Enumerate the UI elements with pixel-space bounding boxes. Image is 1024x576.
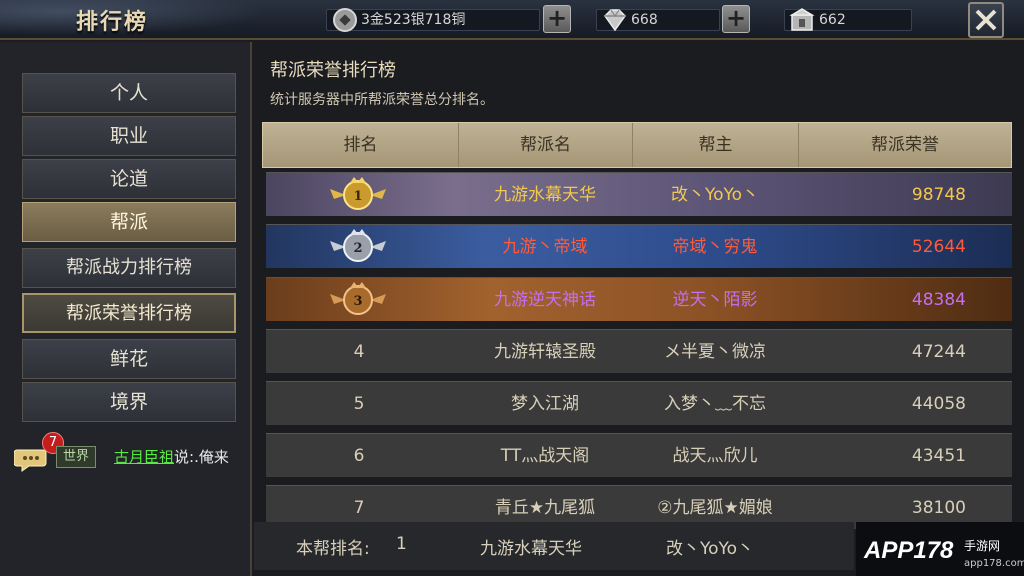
coin-icon bbox=[331, 6, 359, 34]
header-decoration bbox=[0, 0, 300, 40]
chat-message: 古月臣祖说:.俺来 bbox=[114, 446, 229, 467]
guild-honor: 48384 bbox=[911, 290, 966, 310]
guild-name: 九游轩辕圣殿 bbox=[494, 342, 596, 362]
chat-channel-tag: 世界 bbox=[56, 446, 97, 468]
add-coin-button[interactable]: + bbox=[543, 5, 571, 33]
guild-name: 梦入江湖 bbox=[511, 394, 579, 414]
silver-medal-icon: 2 bbox=[330, 229, 386, 262]
sidebar-item-flowers[interactable]: 鲜花 bbox=[22, 339, 236, 379]
table-row[interactable]: 6 TT灬战天阁 战天灬欣儿 43451 bbox=[266, 433, 1012, 477]
guild-leader: 入梦丶﹏不忘 bbox=[664, 394, 766, 414]
voucher-icon bbox=[789, 6, 817, 34]
column-guild: 帮派名 bbox=[459, 123, 633, 167]
voucher-display: 662 bbox=[784, 6, 912, 34]
table-header: 排名 帮派名 帮主 帮派荣誉 bbox=[262, 122, 1012, 168]
guild-leader: 改丶YoYo丶 bbox=[670, 185, 760, 205]
coin-value: 3金523银718铜 bbox=[361, 12, 466, 28]
guild-name: 九游丶帝域 bbox=[502, 237, 588, 257]
diamond-icon bbox=[601, 6, 629, 34]
my-guild-leader: 改丶YoYo丶 bbox=[666, 539, 755, 559]
voucher-value: 662 bbox=[819, 12, 846, 28]
page-title: 排行榜 bbox=[76, 10, 149, 35]
my-guild-rank-bar: 本帮排名: 1 九游水幕天华 改丶YoYo丶 bbox=[254, 522, 854, 570]
medal-rank: 3 bbox=[353, 294, 362, 309]
sidebar-item-personal[interactable]: 个人 bbox=[22, 73, 236, 113]
table-row[interactable]: 4 九游轩辕圣殿 メ半夏丶微凉 47244 bbox=[266, 329, 1012, 373]
svg-text:app178.com: app178.com bbox=[964, 558, 1024, 569]
sidebar-item-guild-power-ranking[interactable]: 帮派战力排行榜 bbox=[22, 248, 236, 288]
top-bar: 排行榜 3金523银718铜 + 668 + 662 bbox=[0, 0, 1024, 40]
medal-rank: 2 bbox=[353, 241, 362, 256]
table-row[interactable]: 1 九游水幕天华 改丶YoYo丶 98748 bbox=[266, 172, 1012, 216]
close-icon bbox=[975, 9, 997, 31]
rank-number: 6 bbox=[353, 446, 365, 466]
column-honor: 帮派荣誉 bbox=[871, 135, 939, 155]
diamond-display: 668 bbox=[596, 6, 720, 34]
chat-sender[interactable]: 古月臣祖 bbox=[114, 448, 174, 466]
close-button[interactable] bbox=[968, 2, 1004, 38]
column-leader: 帮主 bbox=[633, 123, 799, 167]
guild-leader: メ半夏丶微凉 bbox=[664, 342, 766, 362]
sidebar-item-class[interactable]: 职业 bbox=[22, 116, 236, 156]
diamond-value: 668 bbox=[631, 12, 658, 28]
guild-honor: 44058 bbox=[911, 394, 966, 414]
my-guild-name: 九游水幕天华 bbox=[480, 539, 582, 559]
section-title: 帮派荣誉排行榜 bbox=[270, 60, 396, 81]
svg-text:APP178: APP178 bbox=[863, 537, 954, 564]
chat-content: 说:.俺来 bbox=[174, 448, 229, 466]
guild-name: 九游水幕天华 bbox=[494, 185, 596, 205]
column-rank: 排名 bbox=[263, 123, 459, 167]
chat-bubble-icon bbox=[14, 449, 47, 472]
guild-name: 九游逆天神话 bbox=[494, 290, 596, 310]
add-diamond-button[interactable]: + bbox=[722, 5, 750, 33]
table-row[interactable]: 5 梦入江湖 入梦丶﹏不忘 44058 bbox=[266, 381, 1012, 425]
my-rank-label: 本帮排名: bbox=[296, 539, 370, 559]
guild-leader: 帝域丶穷鬼 bbox=[672, 237, 758, 257]
sidebar-item-debate[interactable]: 论道 bbox=[22, 159, 236, 199]
my-rank-value: 1 bbox=[396, 534, 407, 554]
medal-rank: 1 bbox=[353, 189, 362, 204]
bronze-medal-icon: 3 bbox=[330, 282, 386, 315]
table-row[interactable]: 2 九游丶帝域 帝域丶穷鬼 52644 bbox=[266, 224, 1012, 268]
sidebar-item-guild[interactable]: 帮派 bbox=[22, 202, 236, 242]
svg-text:手游网: 手游网 bbox=[964, 539, 1000, 553]
guild-honor: 47244 bbox=[911, 342, 966, 362]
sidebar-item-realm[interactable]: 境界 bbox=[22, 382, 236, 422]
app178-logo: APP178 手游网 app178.com bbox=[863, 537, 1024, 569]
guild-honor: 43451 bbox=[911, 446, 966, 466]
chat-preview[interactable]: 7 世界 古月臣祖说:.俺来 bbox=[14, 432, 254, 472]
sidebar-item-guild-honor-ranking[interactable]: 帮派荣誉排行榜 bbox=[22, 293, 236, 333]
rank-number: 4 bbox=[353, 342, 365, 362]
guild-name: TT灬战天阁 bbox=[500, 446, 590, 466]
table-row[interactable]: 3 九游逆天神话 逆天丶陌影 48384 bbox=[266, 277, 1012, 321]
gold-medal-icon: 1 bbox=[330, 177, 386, 210]
coin-display: 3金523银718铜 bbox=[326, 6, 540, 34]
rank-number: 5 bbox=[353, 394, 365, 414]
guild-honor: 52644 bbox=[911, 237, 966, 257]
section-description: 统计服务器中所帮派荣誉总分排名。 bbox=[270, 92, 494, 108]
guild-leader: 逆天丶陌影 bbox=[672, 290, 758, 310]
watermark: APP178 手游网 app178.com bbox=[856, 522, 1024, 576]
guild-honor: 98748 bbox=[911, 185, 966, 205]
guild-leader: 战天灬欣儿 bbox=[672, 446, 758, 466]
